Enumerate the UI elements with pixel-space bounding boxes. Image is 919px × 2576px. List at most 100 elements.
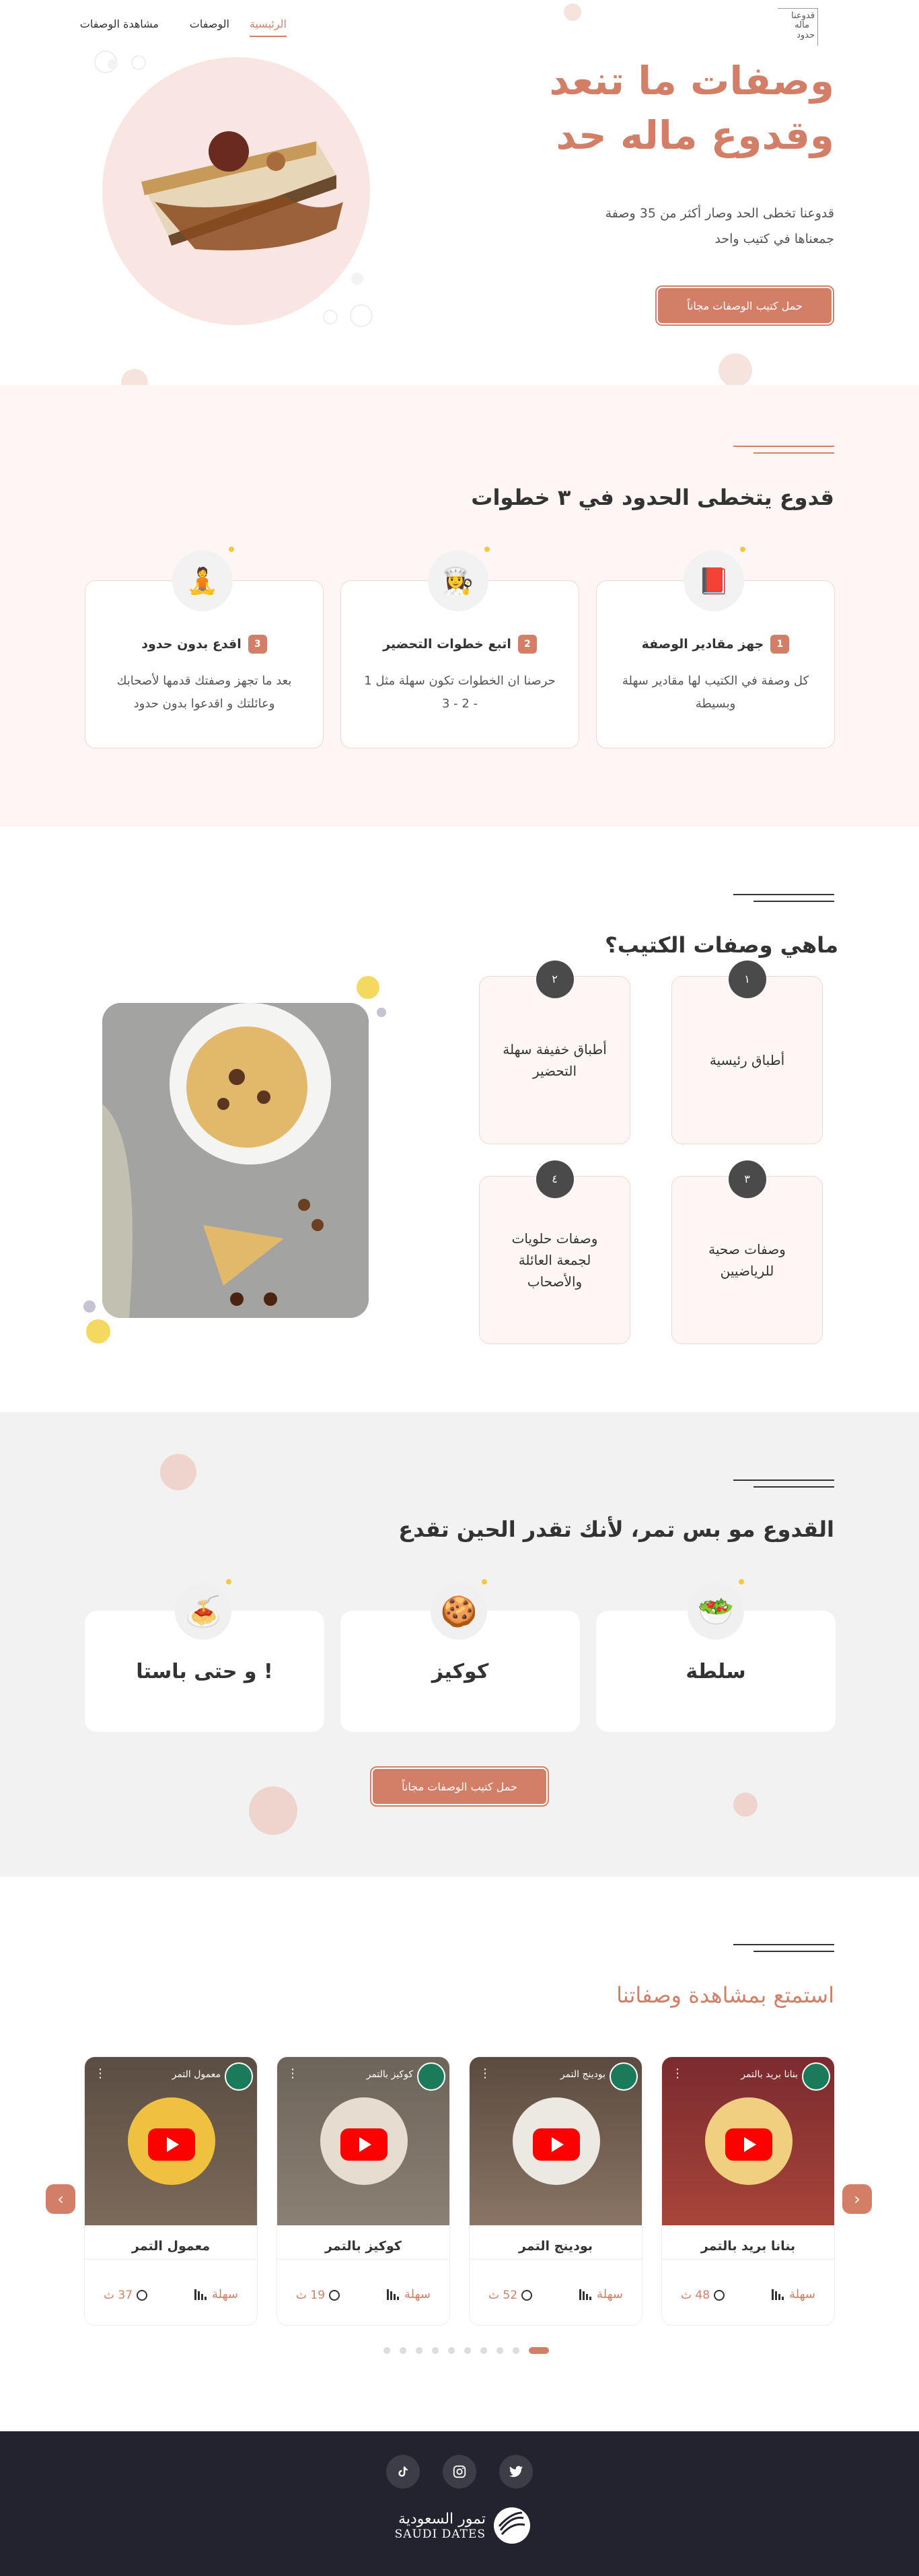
difficulty-bars-icon <box>194 2289 207 2300</box>
video-card[interactable]: معمول التمر ⋮ معمول التمر سهلة 37 ث <box>84 2056 258 2326</box>
thumbnail-title: معمول التمر <box>172 2069 221 2080</box>
twitter-icon[interactable] <box>499 2455 533 2488</box>
more-menu-icon[interactable]: ⋮ <box>94 2066 106 2081</box>
channel-logo <box>225 2062 253 2091</box>
carousel-dot[interactable] <box>432 2347 439 2354</box>
step-title: 1 جهز مقادير الوصفة <box>610 635 821 654</box>
hero-desc-line-2: جمعناها في كتيب واحد <box>714 232 834 246</box>
thumbnail-title: بودينج التمر <box>560 2069 605 2080</box>
carousel-dot[interactable] <box>480 2347 487 2354</box>
video-thumbnail[interactable]: معمول التمر ⋮ <box>85 2057 257 2225</box>
food-label: سلطة <box>686 1659 746 1683</box>
videos-title: استمتع بمشاهدة وصفاتنا <box>616 1982 834 2008</box>
duration: 19 ث <box>296 2289 340 2302</box>
step-title-text: اتبع خطوات التحضير <box>383 637 511 652</box>
top-nav: الرئيسية الوصفات مشاهدة الوصفات قدوعنا م… <box>0 0 919 54</box>
decor-dot <box>484 547 490 552</box>
kind-label: وصفات حلويات لجمعة العائلة والأصحاب <box>511 1230 598 1290</box>
difficulty-label: سهلة <box>789 2287 815 2301</box>
carousel-dot[interactable] <box>383 2347 390 2354</box>
logo-line-2: ماله <box>795 20 809 31</box>
saudi-dates-logo[interactable]: تمور السعودية SAUDI DATES <box>388 2504 531 2547</box>
food-download-button[interactable]: حمل كتيب الوصفات مجاناً <box>370 1766 549 1807</box>
carousel-dot[interactable] <box>416 2347 422 2354</box>
nav-item-home[interactable]: الرئيسية <box>249 18 287 37</box>
video-card[interactable]: بنانا بريد بالتمر ⋮ بنانا بريد بالتمر سهل… <box>661 2056 835 2326</box>
decor-dot <box>482 1579 487 1585</box>
decor-circle <box>733 1792 758 1817</box>
decor-circle <box>323 310 338 324</box>
kind-label: أطباق خفيفة سهلة التحضير <box>503 1041 607 1079</box>
kind-card: ٢ أطباق خفيفة سهلة التحضير <box>479 961 630 1144</box>
divider <box>470 2259 642 2260</box>
decor-dot <box>229 547 234 552</box>
carousel-prev-arrow-icon[interactable]: › <box>46 2184 75 2214</box>
video-card[interactable]: كوكيز بالتمر ⋮ كوكيز بالتمر سهلة 19 ث <box>277 2056 450 2326</box>
channel-logo <box>417 2062 445 2091</box>
carousel-pagination <box>383 2347 549 2354</box>
nav-item-watch-recipes[interactable]: مشاهدة الوصفات <box>80 18 159 30</box>
carousel-dot[interactable] <box>513 2347 519 2354</box>
carousel-dot[interactable] <box>464 2347 471 2354</box>
step-description: بعد ما تجهز وصفتك قدمها لأصحابك وعائلتك … <box>116 674 292 711</box>
site-logo[interactable]: قدوعنا ماله حدود <box>778 8 818 46</box>
kind-card: ٣ وصفات صحية للرياضيين <box>671 1160 823 1344</box>
step-description: حرصنا ان الخطوات تكون سهلة مثل 1 - 2 - 3 <box>364 674 556 711</box>
instagram-icon[interactable] <box>443 2455 476 2488</box>
more-menu-icon[interactable]: ⋮ <box>479 2066 491 2081</box>
carousel-dot[interactable] <box>497 2347 503 2354</box>
kind-number: ٤ <box>536 1160 574 1198</box>
steps-title: قدوع يتخطى الحدود في ٣ خطوات <box>471 485 834 510</box>
youtube-play-icon[interactable] <box>533 2128 580 2161</box>
step-title-text: اقدع بدون حدود <box>141 637 242 652</box>
hero-title: وصفات ما تنعد وقدوع ماله حد <box>549 54 834 163</box>
kind-card: ١ أطباق رئيسية <box>671 961 823 1144</box>
video-title: بودينج التمر <box>519 2239 593 2254</box>
carousel-dot[interactable] <box>448 2347 455 2354</box>
nav-item-recipes[interactable]: الوصفات <box>190 18 229 30</box>
meditation-icon: 🧘 <box>172 551 233 611</box>
video-thumbnail[interactable]: كوكيز بالتمر ⋮ <box>277 2057 449 2225</box>
clock-icon <box>714 2290 725 2301</box>
cookie-icon: 🍪 <box>431 1583 487 1640</box>
logo-line-1: قدوعنا <box>791 11 815 21</box>
youtube-play-icon[interactable] <box>725 2128 772 2161</box>
clock-icon <box>521 2290 533 2301</box>
step-title: 3 اقدع بدون حدود <box>99 635 309 654</box>
decor-circle <box>160 1454 196 1490</box>
kind-number: ٢ <box>536 961 574 998</box>
duration-label: 37 ث <box>104 2289 133 2302</box>
duration-label: 48 ث <box>681 2289 710 2302</box>
more-menu-icon[interactable]: ⋮ <box>287 2066 299 2081</box>
video-title: كوكيز بالتمر <box>325 2239 402 2254</box>
tiktok-icon[interactable] <box>386 2455 420 2488</box>
carousel-dot[interactable] <box>529 2347 549 2354</box>
video-card[interactable]: بودينج التمر ⋮ بودينج التمر سهلة 52 ث <box>469 2056 642 2326</box>
clock-icon <box>137 2290 148 2301</box>
decor-dot <box>226 1579 231 1585</box>
kinds-photo <box>102 1003 369 1318</box>
kind-number: ٣ <box>728 1160 766 1198</box>
brand-name-arabic: تمور السعودية <box>398 2510 486 2528</box>
hero-download-button[interactable]: حمل كتيب الوصفات مجاناً <box>655 285 834 326</box>
difficulty-bars-icon <box>579 2289 591 2300</box>
carousel-dot[interactable] <box>400 2347 406 2354</box>
carousel-next-arrow-icon[interactable]: ‹ <box>842 2184 872 2214</box>
food-title: القدوع مو بس تمر، لأنك تقدر الحين تقدع <box>398 1517 834 1542</box>
thumbnail-title: كوكيز بالتمر <box>366 2069 413 2080</box>
video-thumbnail[interactable]: بودينج التمر ⋮ <box>470 2057 642 2225</box>
difficulty: سهلة <box>579 2287 623 2301</box>
divider <box>662 2259 834 2260</box>
youtube-play-icon[interactable] <box>148 2128 195 2161</box>
section-divider <box>733 1944 834 1955</box>
video-thumbnail[interactable]: بنانا بريد بالتمر ⋮ <box>662 2057 834 2225</box>
step-number: 2 <box>517 635 537 654</box>
cooking-icon: 👩‍🍳 <box>428 551 488 611</box>
difficulty: سهلة <box>194 2287 238 2301</box>
hero-desc-line-1: قدوعنا تخطى الحد وصار أكثر من 35 وصفة <box>605 206 834 221</box>
step-number: 1 <box>770 635 790 654</box>
difficulty-label: سهلة <box>212 2287 238 2301</box>
more-menu-icon[interactable]: ⋮ <box>671 2066 684 2081</box>
youtube-play-icon[interactable] <box>340 2128 388 2161</box>
channel-logo <box>610 2062 638 2091</box>
